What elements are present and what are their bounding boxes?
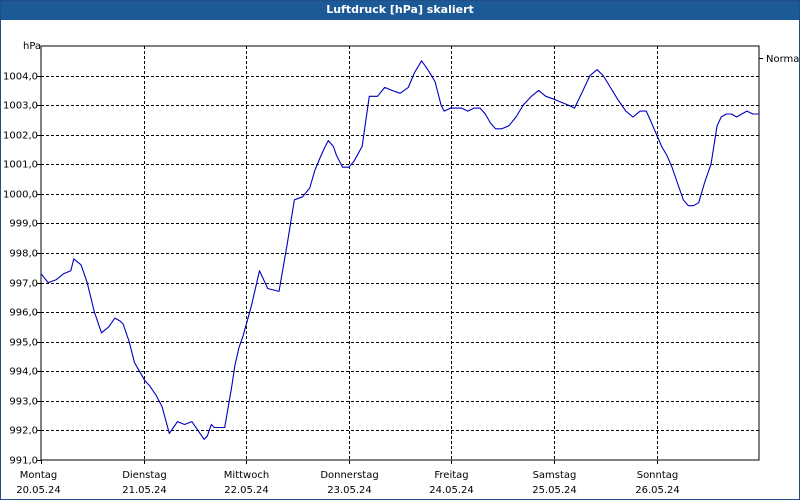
y-tick-label: 992,0 — [9, 426, 38, 437]
x-tick-day-label: Dienstag — [122, 470, 167, 481]
y-tick-label: 1003,0 — [3, 101, 38, 112]
x-axis-ticks: Montag 20.05.24 Dienstag 21.05.24 Mittwoch 22… — [16, 460, 680, 496]
grid-lines — [40, 45, 760, 461]
chart-window: Luftdruck [hPa] skaliert 991,0 992,0 993,0… — [0, 0, 800, 500]
x-tick-date-label: 25.05.24 — [532, 485, 577, 496]
legend-entry-normal: Normal — [766, 54, 799, 65]
chart-canvas: 991,0 992,0 993,0 994,0 995,0 996,0 997,0 998,0… — [3, 41, 799, 496]
y-tick-label: 995,0 — [9, 338, 38, 349]
series-line-normal — [40, 60, 760, 440]
y-tick-label: 1000,0 — [3, 190, 38, 201]
y-tick-label: 996,0 — [9, 308, 38, 319]
y-tick-label: 999,0 — [9, 219, 38, 230]
x-tick-day-label: Freitag — [434, 470, 468, 481]
x-tick-date-label: 26.05.24 — [635, 485, 680, 496]
y-tick-label: 1001,0 — [3, 160, 38, 171]
y-tick-label: 991,0 — [9, 456, 38, 467]
y-tick-label: 993,0 — [9, 397, 38, 408]
y-tick-label: 1004,0 — [3, 72, 38, 83]
x-tick-date-label: 22.05.24 — [224, 485, 269, 496]
y-tick-label: 997,0 — [9, 279, 38, 290]
x-tick-day-label: Sonntag — [637, 470, 679, 481]
x-tick-day-label: Samstag — [533, 470, 577, 481]
y-axis-ticks: 991,0 992,0 993,0 994,0 995,0 996,0 997,0 998,0… — [3, 72, 41, 467]
y-tick-label: 994,0 — [9, 367, 38, 378]
x-tick-date-label: 24.05.24 — [429, 485, 474, 496]
x-tick-day-label: Mittwoch — [224, 470, 269, 481]
plot-area — [40, 58, 763, 440]
y-tick-label: 998,0 — [9, 249, 38, 260]
y-axis-label: hPa — [23, 41, 41, 52]
x-tick-day-label: Montag — [20, 470, 57, 481]
x-tick-date-label: 21.05.24 — [122, 485, 167, 496]
x-tick-day-label: Donnerstag — [320, 470, 378, 481]
x-tick-date-label: 23.05.24 — [327, 485, 372, 496]
y-tick-label: 1002,0 — [3, 131, 38, 142]
x-tick-date-label: 20.05.24 — [16, 485, 61, 496]
